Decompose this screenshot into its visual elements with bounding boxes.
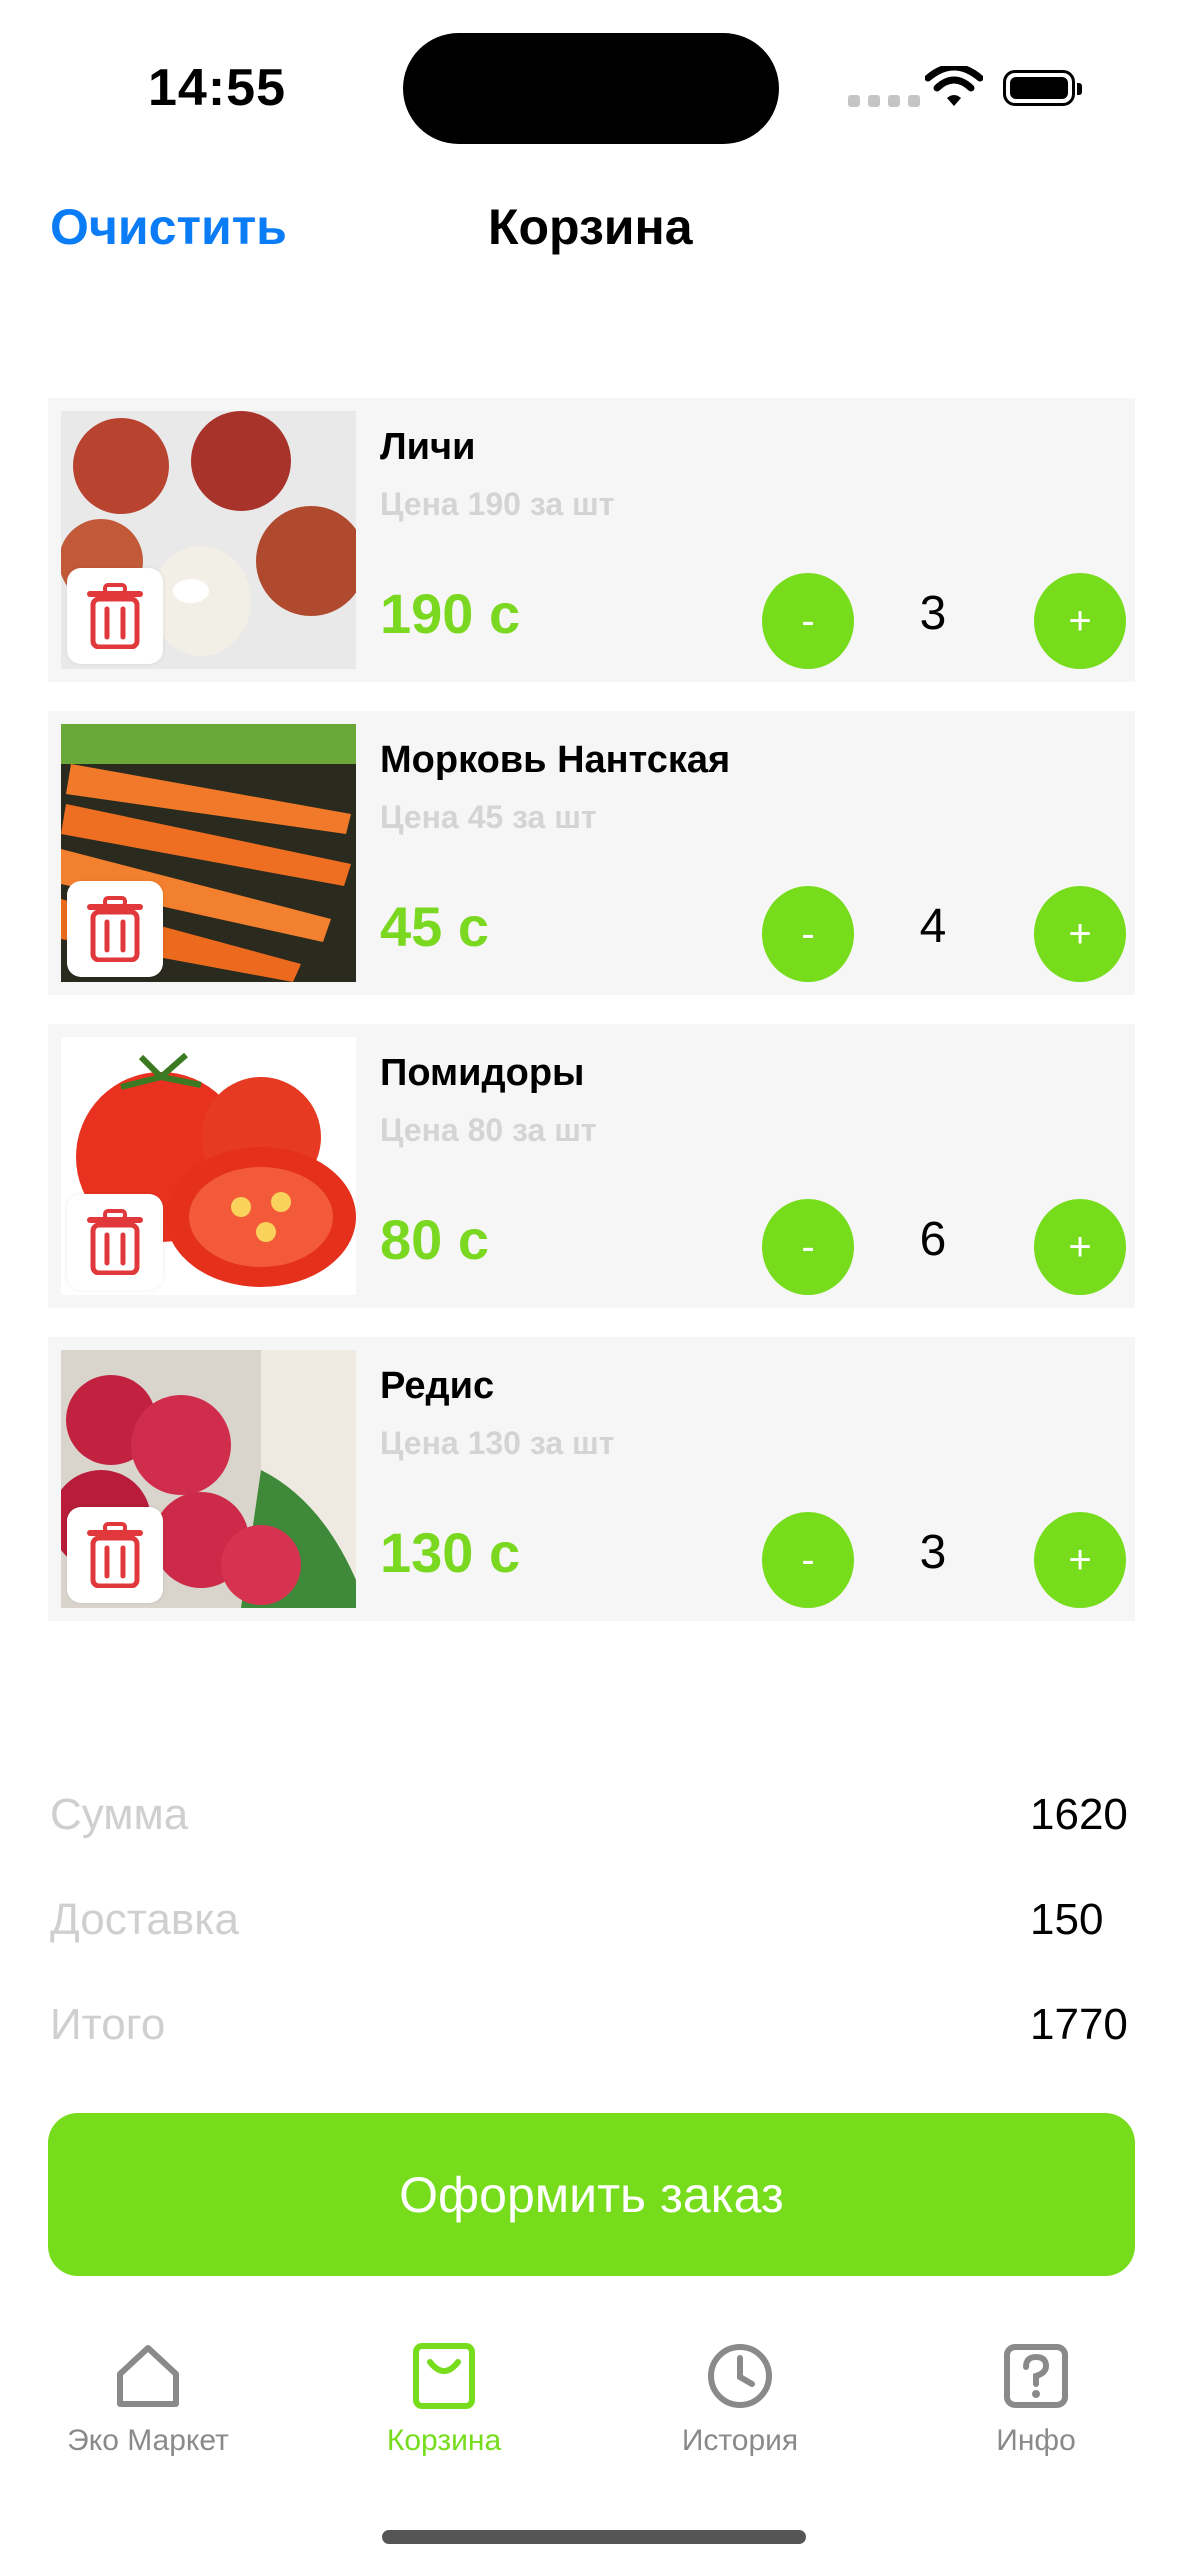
clear-cart-button[interactable]: Очистить bbox=[50, 198, 287, 256]
battery-icon bbox=[1003, 70, 1082, 106]
item-price: 130 с bbox=[380, 1521, 521, 1584]
signal-icon bbox=[848, 95, 920, 107]
item-name: Морковь Нантская bbox=[380, 739, 731, 781]
tab-label: Инфо bbox=[996, 2424, 1076, 2457]
cart-item: Личи Цена 190 за шт 190 с - 3 + bbox=[48, 398, 1135, 682]
item-name: Помидоры bbox=[380, 1052, 585, 1094]
delete-item-button[interactable] bbox=[67, 881, 163, 977]
tab-cart[interactable]: Корзина bbox=[296, 2340, 592, 2458]
delete-item-button[interactable] bbox=[67, 1194, 163, 1290]
delivery-label: Доставка bbox=[50, 1895, 239, 1944]
cart-item: Редис Цена 130 за шт 130 с - 3 + bbox=[48, 1337, 1135, 1621]
qty-value: 3 bbox=[919, 1526, 947, 1579]
home-icon bbox=[117, 2345, 179, 2407]
tab-label: История bbox=[681, 2424, 799, 2457]
qty-value: 4 bbox=[919, 900, 947, 953]
increase-qty-button[interactable]: + bbox=[1034, 886, 1126, 982]
increase-qty-button[interactable]: + bbox=[1034, 573, 1126, 669]
page-title: Корзина bbox=[488, 199, 693, 255]
trash-icon bbox=[87, 1209, 143, 1275]
qty-value: 6 bbox=[919, 1213, 947, 1266]
home-indicator bbox=[382, 2530, 806, 2544]
cart-item: Помидоры Цена 80 за шт 80 с - 6 + bbox=[48, 1024, 1135, 1308]
clock-icon bbox=[708, 2344, 772, 2408]
item-unit-price: Цена 80 за шт bbox=[380, 1112, 597, 1148]
delivery-value: 150 bbox=[1030, 1895, 1104, 1944]
decrease-qty-button[interactable]: - bbox=[762, 573, 854, 669]
total-value: 1770 bbox=[1030, 2000, 1128, 2049]
decrease-qty-button[interactable]: - bbox=[762, 886, 854, 982]
delete-item-button[interactable] bbox=[67, 568, 163, 664]
delete-item-button[interactable] bbox=[67, 1507, 163, 1603]
sum-value: 1620 bbox=[1030, 1790, 1128, 1839]
total-label: Итого bbox=[50, 2000, 166, 2049]
question-icon bbox=[1004, 2344, 1068, 2408]
checkout-button[interactable]: Оформить заказ bbox=[48, 2113, 1135, 2276]
increase-qty-button[interactable]: + bbox=[1034, 1199, 1126, 1295]
tab-eco-market[interactable]: Эко Маркет bbox=[0, 2340, 296, 2458]
trash-icon bbox=[87, 1522, 143, 1588]
tab-info[interactable]: Инфо bbox=[888, 2340, 1179, 2458]
item-unit-price: Цена 130 за шт bbox=[380, 1425, 615, 1461]
cart-list: Личи Цена 190 за шт 190 с - 3 + Морковь … bbox=[48, 398, 1135, 1650]
item-unit-price: Цена 190 за шт bbox=[380, 486, 615, 522]
tab-label: Эко Маркет bbox=[67, 2424, 229, 2457]
item-price: 80 с bbox=[380, 1208, 489, 1271]
item-name: Личи bbox=[380, 426, 476, 468]
qty-value: 3 bbox=[919, 587, 947, 640]
item-name: Редис bbox=[380, 1365, 495, 1407]
increase-qty-button[interactable]: + bbox=[1034, 1512, 1126, 1608]
item-unit-price: Цена 45 за шт bbox=[380, 799, 597, 835]
decrease-qty-button[interactable]: - bbox=[762, 1199, 854, 1295]
tab-label: Корзина bbox=[386, 2424, 502, 2457]
trash-icon bbox=[87, 583, 143, 649]
tab-history[interactable]: История bbox=[592, 2340, 888, 2458]
cart-item: Морковь Нантская Цена 45 за шт 45 с - 4 … bbox=[48, 711, 1135, 995]
item-price: 190 с bbox=[380, 582, 521, 645]
sum-label: Сумма bbox=[50, 1790, 189, 1839]
item-price: 45 с bbox=[380, 895, 489, 958]
wifi-icon bbox=[925, 66, 983, 106]
decrease-qty-button[interactable]: - bbox=[762, 1512, 854, 1608]
trash-icon bbox=[87, 896, 143, 962]
dynamic-island bbox=[403, 33, 779, 144]
status-time: 14:55 bbox=[148, 59, 286, 117]
bag-icon bbox=[413, 2343, 475, 2409]
